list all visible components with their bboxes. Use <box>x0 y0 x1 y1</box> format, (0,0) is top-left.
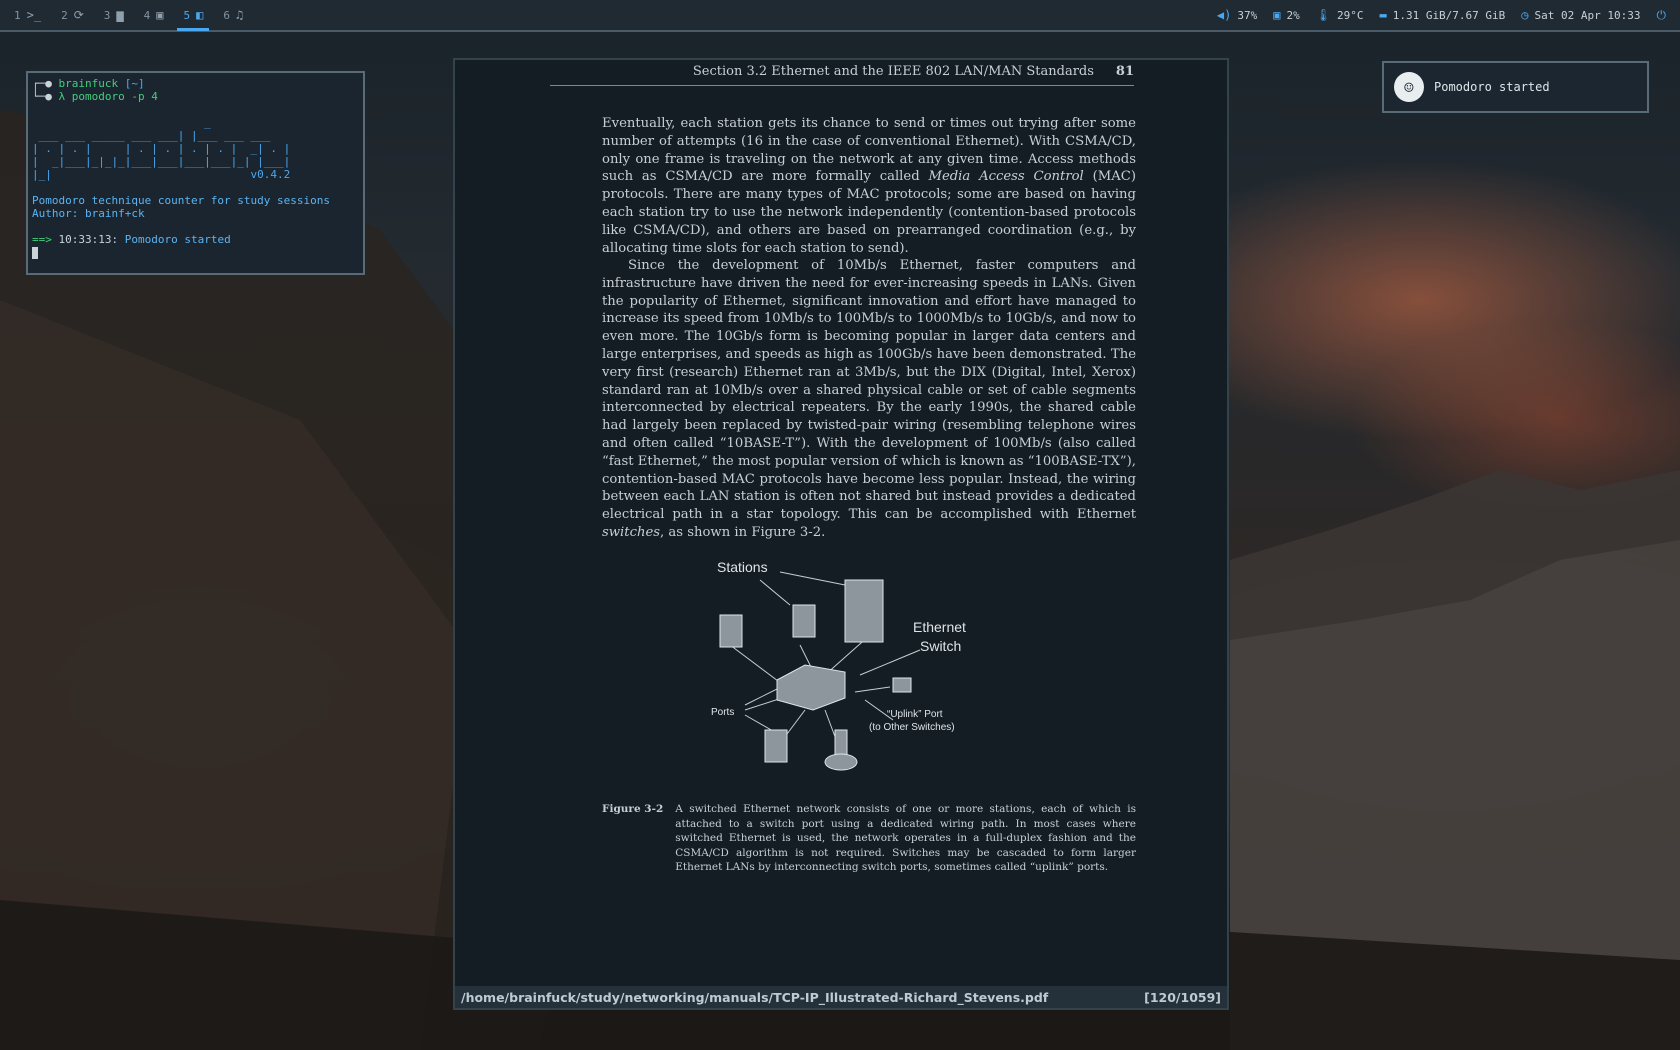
memory-value: 1.31 GiB/7.67 GiB <box>1392 8 1506 22</box>
panel-icon: ▣ <box>156 8 164 22</box>
text-cursor <box>32 247 38 259</box>
author: Author: brainf+ck <box>32 207 145 220</box>
workspace-2[interactable]: 2 ⟳ <box>55 0 90 30</box>
thermometer-icon: 🌡 <box>1315 8 1331 22</box>
command-text: λ pomodoro -p 4 <box>58 90 158 103</box>
memory-indicator: ▬ 1.31 GiB/7.67 GiB <box>1379 8 1505 22</box>
volume-value: 37% <box>1237 8 1258 22</box>
clock-indicator[interactable]: ◷ Sat 02 Apr 10:33 <box>1521 8 1640 22</box>
workspace-3[interactable]: 3 ▆ <box>98 0 130 30</box>
prompt-line: ┌─● brainfuck [~] <box>32 77 145 90</box>
file-path: /home/brainfuck/study/networking/manuals… <box>461 989 1049 1005</box>
workspace-number: 6 <box>223 8 230 22</box>
ascii-line: |_| v0.4.2 <box>32 168 291 181</box>
memory-icon: ▬ <box>1379 8 1387 22</box>
temperature-value: 29°C <box>1336 8 1364 22</box>
clock-icon: ◷ <box>1521 8 1529 22</box>
top-bar: 1 >_ 2 ⟳ 3 ▆ 4 ▣ 5 ◧ 6 ♫ ◀) 37% ▣ 2% 🌡 2… <box>0 0 1680 32</box>
volume-indicator[interactable]: ◀) 37% <box>1217 8 1257 22</box>
temperature-indicator: 🌡 29°C <box>1316 8 1364 22</box>
figure-label-stations: Stations <box>717 559 768 575</box>
workspace-5[interactable]: 5 ◧ <box>177 0 210 31</box>
music-icon: ♫ <box>235 8 244 22</box>
workspace-4[interactable]: 4 ▣ <box>138 0 170 30</box>
pomodoro-icon: ☺ <box>1394 72 1424 102</box>
datetime-value: Sat 02 Apr 10:33 <box>1534 8 1641 22</box>
power-button[interactable]: ⏻ <box>1657 8 1667 23</box>
running-head: Section 3.2 Ethernet and the IEEE 802 LA… <box>550 64 1134 86</box>
workspace-6[interactable]: 6 ♫ <box>217 0 249 30</box>
workspace-number: 1 <box>14 8 21 22</box>
page-number: 81 <box>1115 64 1134 79</box>
refresh-icon: ⟳ <box>73 8 84 22</box>
workspace-number: 2 <box>61 8 68 22</box>
workspace-1[interactable]: 1 >_ <box>8 0 47 30</box>
ascii-line: | _|___|_|_|_|___|___|___|___|_| |___| <box>32 155 291 168</box>
cpu-icon: ▣ <box>1273 8 1281 22</box>
cpu-indicator: ▣ 2% <box>1273 8 1299 22</box>
workspace-number: 4 <box>143 8 151 22</box>
power-icon: ⏻ <box>1656 7 1667 22</box>
figure-label-ports: Ports <box>711 707 734 718</box>
prompt-dir: [~] <box>124 77 145 90</box>
figure-label-ethernet: Ethernet <box>913 619 966 635</box>
notification-popup[interactable]: ☺ Pomodoro started <box>1382 61 1649 113</box>
ascii-art: _ ___ ___ _____ ___ ___| |___ ___ ___ | .… <box>32 116 359 181</box>
section-title: Section 3.2 Ethernet and the IEEE 802 LA… <box>692 64 1094 79</box>
viewer-status-line: /home/brainfuck/study/networking/manuals… <box>455 986 1227 1008</box>
paragraph-1: Eventually, each station gets its chance… <box>602 116 1136 256</box>
page-indicator: [120/1059] <box>1144 989 1221 1005</box>
terminal-icon: >_ <box>26 8 42 22</box>
prompt-user: brainfuck <box>58 77 119 90</box>
input-line[interactable] <box>32 246 359 259</box>
command-line: └─● λ pomodoro -p 4 <box>32 90 158 103</box>
volume-icon: ◀) <box>1216 8 1232 22</box>
figure-caption: Figure 3-2 A switched Ethernet network c… <box>602 802 1136 875</box>
status-area: ◀) 37% ▣ 2% 🌡 29°C ▬ 1.31 GiB/7.67 GiB ◷… <box>1217 8 1680 23</box>
caption-text: A switched Ethernet network consists of … <box>675 803 1136 874</box>
network-figure: Stations Ethernet Switch Ports “Uplink” … <box>711 559 966 771</box>
document-page[interactable]: Section 3.2 Ethernet and the IEEE 802 LA… <box>455 60 1227 988</box>
terminal-window[interactable]: ┌─● brainfuck [~] └─● λ pomodoro -p 4 _ _… <box>26 71 365 275</box>
workspace-number: 3 <box>103 8 111 22</box>
log-prefix: ==> <box>32 233 52 246</box>
description: Pomodoro technique counter for study ses… <box>32 194 331 207</box>
log-line: ==> 10:33:13: Pomodoro started <box>32 233 359 246</box>
log-time: 10:33:13: <box>58 233 119 246</box>
log-message: Pomodoro started <box>124 233 231 246</box>
ascii-line: _ <box>32 116 211 129</box>
figure-label-uplink: “Uplink” Port <box>887 709 943 720</box>
paragraph-2: Since the development of 10Mb/s Ethernet… <box>602 258 1136 540</box>
book-icon: ◧ <box>196 8 204 22</box>
figure-label-switch: Switch <box>920 638 961 654</box>
figure-label-uplink-sub: (to Other Switches) <box>869 722 955 733</box>
folder-icon: ▆ <box>116 8 124 22</box>
notification-message: Pomodoro started <box>1434 80 1550 94</box>
caption-label: Figure 3-2 <box>602 803 664 815</box>
workspace-number: 5 <box>183 8 191 22</box>
ascii-line: ___ ___ _____ ___ ___| |___ ___ ___ <box>32 129 271 142</box>
pdf-viewer-window[interactable]: Section 3.2 Ethernet and the IEEE 802 LA… <box>453 58 1229 1010</box>
ascii-line: | . | . | | . | . | . | . | _| . | <box>32 142 291 155</box>
cpu-value: 2% <box>1286 8 1300 22</box>
